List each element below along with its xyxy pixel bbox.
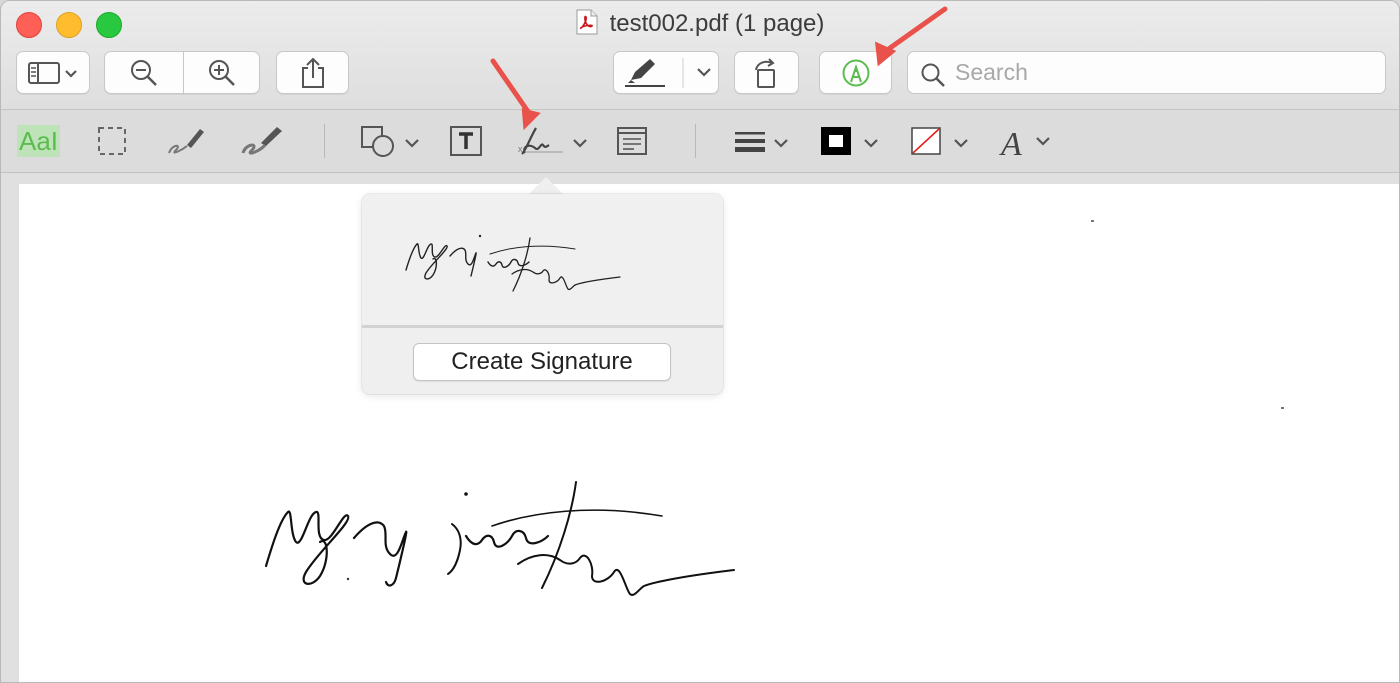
svg-text:A: A xyxy=(999,126,1022,159)
svg-text:x: x xyxy=(518,144,523,154)
title-toolbar: test002.pdf (1 page) Search xyxy=(1,1,1399,110)
draw-tool[interactable] xyxy=(239,120,287,162)
sidebar-icon xyxy=(28,61,77,84)
text-selection-tool[interactable]: AaI xyxy=(17,120,61,162)
signature-icon: x xyxy=(518,127,587,155)
placed-signature[interactable] xyxy=(256,476,786,626)
window-title: test002.pdf (1 page) xyxy=(1,9,1399,39)
window-title-text: test002.pdf (1 page) xyxy=(609,10,825,37)
note-tool[interactable] xyxy=(616,120,648,162)
text-box-tool[interactable] xyxy=(449,120,483,162)
zoom-in-button[interactable] xyxy=(183,51,260,94)
search-placeholder: Search xyxy=(955,59,1028,85)
shapes-tool[interactable] xyxy=(360,120,422,162)
highlight-pen-icon xyxy=(625,57,711,88)
popover-arrow xyxy=(528,177,564,195)
zoom-out-icon xyxy=(131,59,157,86)
saved-signature-option[interactable] xyxy=(362,194,723,324)
search-field[interactable]: Search xyxy=(907,51,1386,94)
highlight-button[interactable] xyxy=(613,51,719,94)
note-icon xyxy=(617,127,647,155)
search-icon xyxy=(921,63,945,87)
sign-tool[interactable]: x xyxy=(517,120,591,162)
signature-popover: Create Signature xyxy=(362,194,723,394)
page-speck xyxy=(1281,407,1284,409)
rotate-button[interactable] xyxy=(734,51,799,94)
rotate-icon xyxy=(754,57,775,88)
zoom-in-icon xyxy=(208,59,235,86)
text-box-icon xyxy=(450,126,482,156)
border-color-tool[interactable] xyxy=(819,120,885,162)
share-icon xyxy=(301,57,324,88)
shapes-icon xyxy=(361,126,419,157)
sketch-tool[interactable] xyxy=(165,120,209,162)
markup-pen-circle-icon xyxy=(842,59,869,86)
preview-window: test002.pdf (1 page) Search AaI x A Crea… xyxy=(0,0,1400,683)
fill-color-icon xyxy=(911,127,968,155)
line-style-icon xyxy=(735,132,788,152)
toolbar-divider xyxy=(324,124,325,158)
toolbar-divider xyxy=(695,124,696,158)
zoom-out-button[interactable] xyxy=(104,51,184,94)
saved-signature-preview xyxy=(405,234,621,292)
text-style-icon: A xyxy=(999,126,1050,159)
pdf-file-icon xyxy=(576,9,598,35)
border-color-icon xyxy=(821,127,878,155)
markup-toolbar: AaI x A xyxy=(1,110,1399,173)
text-style-tool[interactable]: A xyxy=(999,120,1059,162)
sketch-icon xyxy=(168,129,204,154)
rectangular-selection-tool[interactable] xyxy=(97,120,127,162)
create-signature-button[interactable]: Create Signature xyxy=(413,343,671,381)
share-button[interactable] xyxy=(276,51,349,94)
text-selection-label: AaI xyxy=(17,125,61,157)
fill-color-tool[interactable] xyxy=(909,120,975,162)
page-speck xyxy=(1091,220,1094,222)
draw-icon xyxy=(241,127,282,155)
markup-toolbar-button[interactable] xyxy=(819,51,892,94)
popover-divider xyxy=(362,325,723,328)
shape-style-tool[interactable] xyxy=(733,120,793,162)
sidebar-toggle-button[interactable] xyxy=(16,51,90,94)
rectangular-selection-icon xyxy=(98,127,126,155)
